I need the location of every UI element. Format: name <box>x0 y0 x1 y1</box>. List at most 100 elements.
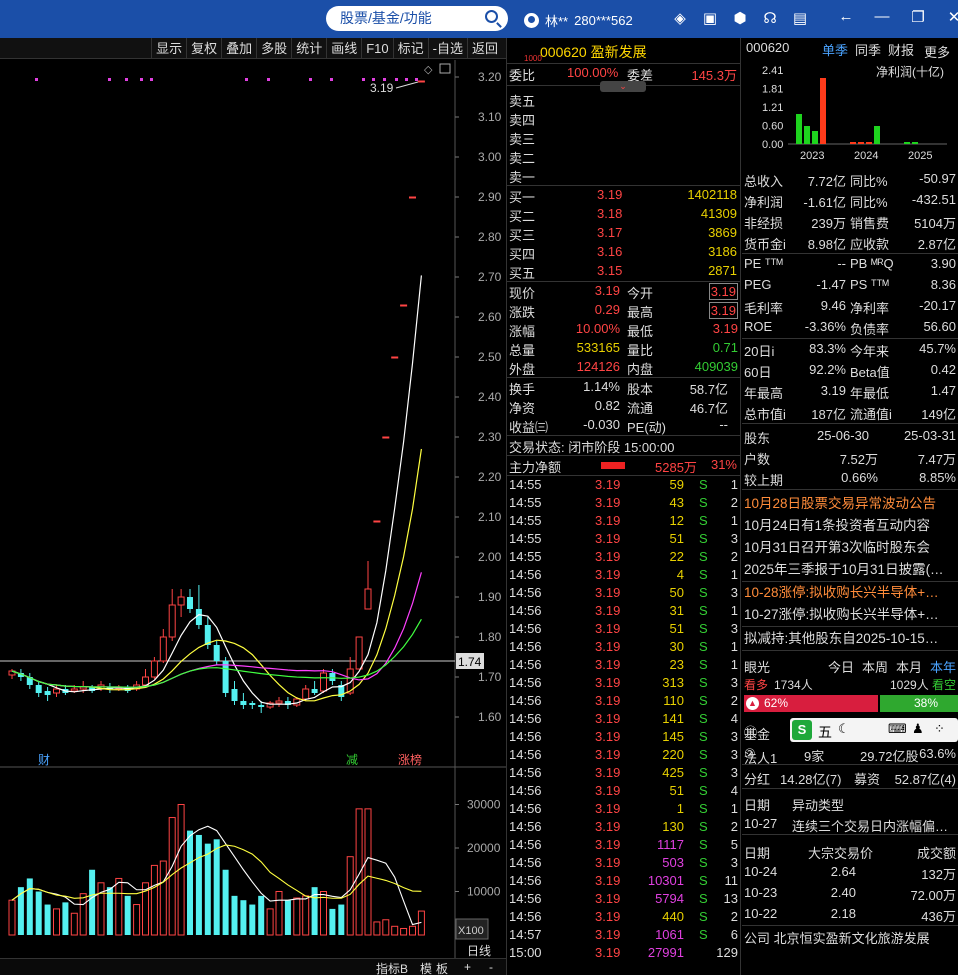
document-icon[interactable]: ▣ <box>702 9 718 27</box>
reduction-notice[interactable]: 拟减持:其他股东自2025-10-15… <box>742 627 958 651</box>
grid-icon[interactable]: ⁘ <box>934 721 945 737</box>
moon-icon[interactable]: ☾ <box>838 721 850 737</box>
volume-axis-label: 30000 <box>467 798 501 812</box>
limit-up-item[interactable]: 10-27涨停:拟收购长兴半导体+… <box>742 604 958 626</box>
message-icon[interactable]: ▤ <box>792 9 808 27</box>
yg-tab-today[interactable]: 今日 <box>828 657 854 676</box>
zoom-in-button[interactable]: + <box>464 960 471 974</box>
window-icon <box>439 63 451 74</box>
fin-label: 货币金i <box>744 237 786 252</box>
limit-up-item[interactable]: 10-28涨停:拟收购长兴半导体+… <box>742 582 958 604</box>
tab-report[interactable]: 财报 <box>888 40 914 59</box>
tick-count: 2 <box>730 693 738 708</box>
wu-badge[interactable]: S <box>792 720 812 740</box>
fin-row: 货币金i 8.98亿 应收款 2.87亿 <box>742 232 958 253</box>
tick-time: 15:00 <box>509 945 542 960</box>
toolbar-button[interactable]: 画线 <box>326 38 361 59</box>
tab-ban[interactable]: 板 <box>436 960 448 975</box>
stat-value: 46.7亿 <box>689 401 728 416</box>
toolbar-button[interactable]: -自选 <box>427 38 467 59</box>
toolbar-button[interactable]: 叠加 <box>221 38 256 59</box>
sentiment-bar[interactable]: 62% ▲ 38% <box>742 694 958 714</box>
bid-price: 3.18 <box>597 206 623 221</box>
yg-tab-year[interactable]: 本年 <box>930 657 956 676</box>
fund-toolbar[interactable] <box>790 718 958 742</box>
price-axis-label: 2.30 <box>478 430 502 444</box>
mainflow-label: 主力净额 <box>509 460 562 475</box>
net-profit-chart[interactable]: 净利润(十亿) 2.41 1.81 1.21 0.60 0.00 2023 2024 2025 <box>742 60 958 164</box>
layers-icon[interactable]: ◈ <box>672 9 688 27</box>
search-input[interactable]: 股票/基金/功能 <box>326 6 508 31</box>
restore-icon[interactable]: ❐ <box>910 8 926 26</box>
candle-body <box>231 689 238 701</box>
volume-bar <box>124 895 131 935</box>
tab-quarter[interactable]: 单季 <box>822 40 848 59</box>
news-item[interactable]: 2025年三季报于10月31日披露(… <box>742 559 958 581</box>
back-icon[interactable]: ← <box>838 8 854 26</box>
fundraise-label: 募资 <box>854 772 881 787</box>
tab-mo[interactable]: 模 <box>420 960 432 975</box>
bear-bar: 38% <box>880 695 958 712</box>
tab-same-quarter[interactable]: 同季 <box>855 40 881 59</box>
toolbar-button[interactable]: 显示 <box>151 38 186 59</box>
tab-more[interactable]: 更多… <box>924 40 950 60</box>
holders-date-1: 25-06-30 <box>817 428 870 443</box>
tick-volume: 30 <box>669 639 684 654</box>
toolbar-button[interactable]: 标记 <box>392 38 428 59</box>
mini-bar <box>820 78 826 144</box>
stat-row: 涨幅 10.00% 最低 3.19 <box>507 320 740 339</box>
toolbar-button[interactable]: 统计 <box>291 38 326 59</box>
zoom-out-button[interactable]: - <box>489 960 493 974</box>
news-item[interactable]: 10月28日股票交易异常波动公告 <box>742 493 958 515</box>
signal-dot <box>267 78 270 81</box>
perf-value: 83.3% <box>809 341 846 356</box>
toolbar-button[interactable]: 复权 <box>186 38 221 59</box>
tick-price: 3.19 <box>595 513 621 528</box>
mini-chart-title: 净利润(十亿) <box>876 64 944 79</box>
price-axis-label: 2.40 <box>478 390 502 404</box>
person-icon[interactable]: ♟ <box>912 721 924 737</box>
toolbar-button[interactable]: 多股 <box>256 38 291 59</box>
settings-icon[interactable]: ⬢ <box>732 9 748 27</box>
tick-side: S <box>699 549 708 564</box>
user-account[interactable]: 林** 280***562 <box>524 11 633 30</box>
tick-volume: 12 <box>669 513 684 528</box>
tab-indicator-b[interactable]: 指标B <box>376 960 408 975</box>
stat-label: 总量 <box>509 343 536 358</box>
bid-label: 买一 <box>509 190 536 205</box>
volume-bar <box>106 887 113 935</box>
toolbar-button[interactable]: 返回 <box>466 38 502 59</box>
tick-row: 14:56 3.19 141 S 4 <box>507 710 740 728</box>
candle-body <box>302 688 310 700</box>
news-item[interactable]: 10月24日有1条投资者互动内容 <box>742 515 958 537</box>
minimize-icon[interactable]: — <box>874 8 890 26</box>
holders-label: 股东 <box>744 431 771 446</box>
signal-dot <box>405 78 408 81</box>
stat-value: 409039 <box>694 359 738 374</box>
yg-tab-week[interactable]: 本周 <box>862 657 888 676</box>
fin-label: 净利润 <box>744 195 784 210</box>
faren-count: 9家 <box>804 749 825 764</box>
ask-label: 卖二 <box>509 151 536 166</box>
price-axis-label: 2.50 <box>478 350 502 364</box>
holder-row: 户数 7.52万 7.47万 <box>742 447 958 468</box>
toolbar-button[interactable]: F10 <box>361 38 392 59</box>
news-item[interactable]: 10月31日召开第3次临时股东会 <box>742 537 958 559</box>
volume-bar <box>293 897 301 936</box>
kline-chart[interactable]: 3.20 3.10 3.00 2.90 2.80 2.70 2.60 2.50 2.40 2.30… <box>0 60 506 958</box>
bid-price: 3.19 <box>597 187 623 202</box>
abn-text[interactable]: 连续三个交易日内涨幅偏… <box>792 816 948 835</box>
search-icon[interactable] <box>485 10 498 23</box>
tick-list[interactable]: 14:55 3.19 59 S 1 14:55 3.19 43 S 2 14:55 3.19 12 S 1 1… <box>507 476 740 962</box>
fin-label: 非经损 <box>744 216 784 231</box>
headset-icon[interactable]: ☊ <box>762 9 778 27</box>
tick-volume: 425 <box>662 765 684 780</box>
fin-value: -1.61亿 <box>803 195 846 210</box>
wu-label[interactable]: 五 <box>818 722 832 742</box>
yg-tab-month[interactable]: 本月 <box>896 657 922 676</box>
bid-row: 买一 3.19 1402118 <box>507 186 740 205</box>
fin-label: 应收款 <box>850 237 890 252</box>
keyboard-icon[interactable]: ⌨ <box>888 721 907 737</box>
close-icon[interactable]: ✕ <box>946 8 958 26</box>
block-price: 2.18 <box>830 906 856 921</box>
